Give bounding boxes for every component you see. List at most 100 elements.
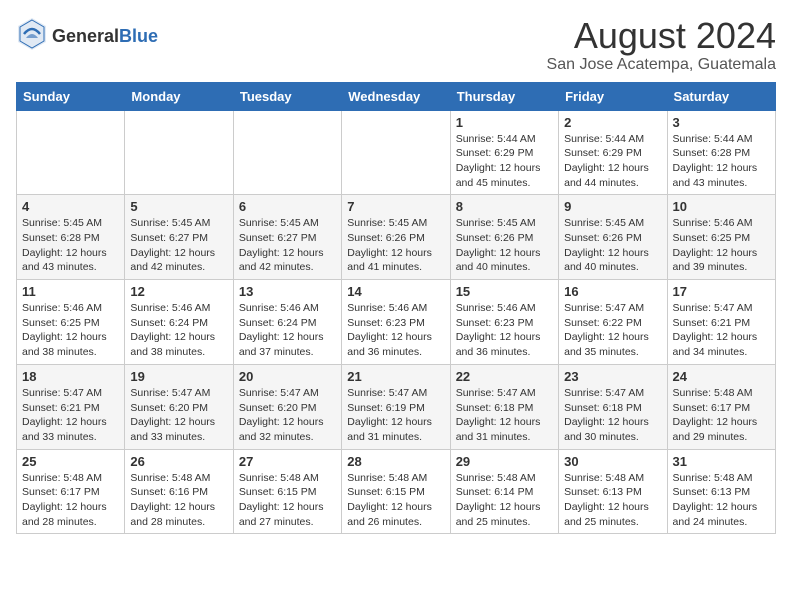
day-detail: Sunrise: 5:48 AM Sunset: 6:13 PM Dayligh…	[673, 471, 770, 530]
day-number: 17	[673, 284, 770, 299]
day-number: 15	[456, 284, 553, 299]
calendar-cell: 4Sunrise: 5:45 AM Sunset: 6:28 PM Daylig…	[17, 195, 125, 280]
calendar-cell: 25 Sunrise: 5:48 AM Sunset: 6:17 PM Dayli…	[17, 449, 125, 534]
day-number: 25	[22, 454, 119, 469]
day-detail: Sunrise: 5:45 AM Sunset: 6:26 PM Dayligh…	[564, 216, 661, 275]
day-detail: Sunrise: 5:44 AM Sunset: 6:28 PM Dayligh…	[673, 132, 770, 191]
day-header-friday: Friday	[559, 82, 667, 110]
subtitle: San Jose Acatempa, Guatemala	[547, 56, 776, 74]
day-detail: Sunrise: 5:47 AM Sunset: 6:18 PM Dayligh…	[564, 386, 661, 445]
title-section: August 2024 San Jose Acatempa, Guatemala	[547, 16, 776, 74]
day-number: 12	[130, 284, 227, 299]
day-number: 23	[564, 369, 661, 384]
calendar-cell	[342, 110, 450, 195]
calendar-cell: 30 Sunrise: 5:48 AM Sunset: 6:13 PM Dayli…	[559, 449, 667, 534]
day-detail: Sunrise: 5:47 AM Sunset: 6:21 PM Dayligh…	[22, 386, 119, 445]
calendar-cell: 10 Sunrise: 5:46 AM Sunset: 6:25 PM Dayli…	[667, 195, 775, 280]
day-detail: Sunrise: 5:48 AM Sunset: 6:16 PM Dayligh…	[130, 471, 227, 530]
day-number: 3	[673, 115, 770, 130]
day-detail: Sunrise: 5:46 AM Sunset: 6:23 PM Dayligh…	[456, 301, 553, 360]
day-number: 22	[456, 369, 553, 384]
day-header-wednesday: Wednesday	[342, 82, 450, 110]
calendar-cell: 27 Sunrise: 5:48 AM Sunset: 6:15 PM Dayli…	[233, 449, 341, 534]
calendar-cell: 14 Sunrise: 5:46 AM Sunset: 6:23 PM Dayli…	[342, 280, 450, 365]
day-header-thursday: Thursday	[450, 82, 558, 110]
calendar-cell: 21 Sunrise: 5:47 AM Sunset: 6:19 PM Dayli…	[342, 364, 450, 449]
day-detail: Sunrise: 5:47 AM Sunset: 6:18 PM Dayligh…	[456, 386, 553, 445]
day-detail: Sunrise: 5:46 AM Sunset: 6:24 PM Dayligh…	[130, 301, 227, 360]
day-number: 9	[564, 199, 661, 214]
calendar-cell: 18 Sunrise: 5:47 AM Sunset: 6:21 PM Dayli…	[17, 364, 125, 449]
logo: GeneralBlue	[16, 16, 158, 57]
calendar-cell: 8 Sunrise: 5:45 AM Sunset: 6:26 PM Daylig…	[450, 195, 558, 280]
calendar-cell: 11 Sunrise: 5:46 AM Sunset: 6:25 PM Dayli…	[17, 280, 125, 365]
calendar-cell: 5 Sunrise: 5:45 AM Sunset: 6:27 PM Daylig…	[125, 195, 233, 280]
calendar-week-2: 4Sunrise: 5:45 AM Sunset: 6:28 PM Daylig…	[17, 195, 776, 280]
day-detail: Sunrise: 5:47 AM Sunset: 6:20 PM Dayligh…	[239, 386, 336, 445]
day-detail: Sunrise: 5:47 AM Sunset: 6:22 PM Dayligh…	[564, 301, 661, 360]
day-number: 13	[239, 284, 336, 299]
day-detail: Sunrise: 5:45 AM Sunset: 6:27 PM Dayligh…	[130, 216, 227, 275]
calendar-cell: 28Sunrise: 5:48 AM Sunset: 6:15 PM Dayli…	[342, 449, 450, 534]
calendar-cell: 12 Sunrise: 5:46 AM Sunset: 6:24 PM Dayli…	[125, 280, 233, 365]
calendar-cell: 1Sunrise: 5:44 AM Sunset: 6:29 PM Daylig…	[450, 110, 558, 195]
calendar-week-1: 1Sunrise: 5:44 AM Sunset: 6:29 PM Daylig…	[17, 110, 776, 195]
day-number: 8	[456, 199, 553, 214]
day-number: 31	[673, 454, 770, 469]
day-detail: Sunrise: 5:47 AM Sunset: 6:19 PM Dayligh…	[347, 386, 444, 445]
day-number: 29	[456, 454, 553, 469]
day-header-sunday: Sunday	[17, 82, 125, 110]
day-detail: Sunrise: 5:45 AM Sunset: 6:26 PM Dayligh…	[456, 216, 553, 275]
day-number: 11	[22, 284, 119, 299]
day-number: 5	[130, 199, 227, 214]
day-number: 20	[239, 369, 336, 384]
calendar-cell: 23 Sunrise: 5:47 AM Sunset: 6:18 PM Dayli…	[559, 364, 667, 449]
calendar-cell: 19Sunrise: 5:47 AM Sunset: 6:20 PM Dayli…	[125, 364, 233, 449]
calendar-cell: 26Sunrise: 5:48 AM Sunset: 6:16 PM Dayli…	[125, 449, 233, 534]
day-detail: Sunrise: 5:48 AM Sunset: 6:15 PM Dayligh…	[239, 471, 336, 530]
day-header-saturday: Saturday	[667, 82, 775, 110]
day-number: 30	[564, 454, 661, 469]
day-number: 6	[239, 199, 336, 214]
day-detail: Sunrise: 5:46 AM Sunset: 6:25 PM Dayligh…	[673, 216, 770, 275]
calendar-cell: 7Sunrise: 5:45 AM Sunset: 6:26 PM Daylig…	[342, 195, 450, 280]
day-number: 18	[22, 369, 119, 384]
day-detail: Sunrise: 5:48 AM Sunset: 6:14 PM Dayligh…	[456, 471, 553, 530]
calendar-header-row: SundayMondayTuesdayWednesdayThursdayFrid…	[17, 82, 776, 110]
day-detail: Sunrise: 5:46 AM Sunset: 6:25 PM Dayligh…	[22, 301, 119, 360]
calendar-cell	[125, 110, 233, 195]
calendar-cell: 13 Sunrise: 5:46 AM Sunset: 6:24 PM Dayli…	[233, 280, 341, 365]
page-header: GeneralBlue August 2024 San Jose Acatemp…	[16, 16, 776, 74]
logo-text: GeneralBlue	[52, 27, 158, 47]
day-number: 7	[347, 199, 444, 214]
calendar-week-5: 25 Sunrise: 5:48 AM Sunset: 6:17 PM Dayli…	[17, 449, 776, 534]
day-detail: Sunrise: 5:46 AM Sunset: 6:23 PM Dayligh…	[347, 301, 444, 360]
calendar-cell: 15 Sunrise: 5:46 AM Sunset: 6:23 PM Dayli…	[450, 280, 558, 365]
day-detail: Sunrise: 5:48 AM Sunset: 6:15 PM Dayligh…	[347, 471, 444, 530]
day-number: 27	[239, 454, 336, 469]
day-detail: Sunrise: 5:46 AM Sunset: 6:24 PM Dayligh…	[239, 301, 336, 360]
day-detail: Sunrise: 5:44 AM Sunset: 6:29 PM Dayligh…	[456, 132, 553, 191]
calendar-table: SundayMondayTuesdayWednesdayThursdayFrid…	[16, 82, 776, 535]
calendar-week-3: 11 Sunrise: 5:46 AM Sunset: 6:25 PM Dayli…	[17, 280, 776, 365]
day-number: 10	[673, 199, 770, 214]
calendar-cell: 31 Sunrise: 5:48 AM Sunset: 6:13 PM Dayli…	[667, 449, 775, 534]
day-detail: Sunrise: 5:47 AM Sunset: 6:20 PM Dayligh…	[130, 386, 227, 445]
calendar-week-4: 18 Sunrise: 5:47 AM Sunset: 6:21 PM Dayli…	[17, 364, 776, 449]
day-number: 24	[673, 369, 770, 384]
calendar-cell: 3 Sunrise: 5:44 AM Sunset: 6:28 PM Daylig…	[667, 110, 775, 195]
calendar-cell: 2 Sunrise: 5:44 AM Sunset: 6:29 PM Daylig…	[559, 110, 667, 195]
day-number: 14	[347, 284, 444, 299]
day-number: 2	[564, 115, 661, 130]
main-title: August 2024	[547, 16, 776, 56]
calendar-cell: 16Sunrise: 5:47 AM Sunset: 6:22 PM Dayli…	[559, 280, 667, 365]
day-detail: Sunrise: 5:48 AM Sunset: 6:17 PM Dayligh…	[673, 386, 770, 445]
calendar-cell	[233, 110, 341, 195]
calendar-cell: 20 Sunrise: 5:47 AM Sunset: 6:20 PM Dayli…	[233, 364, 341, 449]
calendar-cell: 9 Sunrise: 5:45 AM Sunset: 6:26 PM Daylig…	[559, 195, 667, 280]
day-number: 21	[347, 369, 444, 384]
day-detail: Sunrise: 5:48 AM Sunset: 6:13 PM Dayligh…	[564, 471, 661, 530]
day-detail: Sunrise: 5:48 AM Sunset: 6:17 PM Dayligh…	[22, 471, 119, 530]
day-detail: Sunrise: 5:44 AM Sunset: 6:29 PM Dayligh…	[564, 132, 661, 191]
day-header-monday: Monday	[125, 82, 233, 110]
